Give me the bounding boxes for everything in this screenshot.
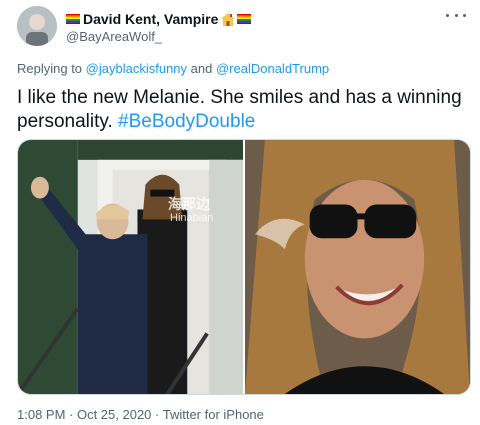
watermark-text: 海那边 [168, 196, 210, 212]
tweet-timestamp[interactable]: 1:08 PM · Oct 25, 2020 · Twitter for iPh… [17, 407, 264, 422]
avatar[interactable] [17, 6, 57, 46]
more-dot [446, 13, 449, 17]
rainbow-flag-icon [237, 14, 252, 24]
reply-prefix: Replying to [17, 61, 83, 76]
photo-left[interactable]: 海那边 Hinabian [18, 140, 243, 394]
rainbow-flag-icon [66, 14, 80, 24]
reply-context: Replying to @jayblackisfunny and @realDo… [17, 61, 329, 76]
reply-joiner: and [190, 61, 213, 76]
tweet-text: I like the new Melanie. She smiles and h… [17, 86, 467, 134]
tweet: David Kent, Vampire @BayAreaWolf_ Replyi… [0, 0, 480, 425]
author-handle[interactable]: @BayAreaWolf_ [66, 29, 162, 44]
author-name-row[interactable]: David Kent, Vampire [66, 10, 254, 28]
more-options-icon[interactable] [446, 8, 466, 22]
photo-right[interactable] [244, 140, 470, 394]
mention-link[interactable]: @realDonaldTrump [216, 61, 329, 76]
more-dot [454, 13, 458, 17]
author-display-name[interactable]: David Kent, Vampire [83, 11, 218, 27]
more-dot [463, 13, 466, 17]
media-grid: 海那边 Hinabian [17, 139, 471, 395]
mention-link[interactable]: @jayblackisfunny [86, 61, 187, 76]
house-icon [221, 12, 236, 26]
watermark-subtext: Hinabian [170, 212, 214, 224]
hashtag-link[interactable]: #BeBodyDouble [118, 111, 255, 132]
